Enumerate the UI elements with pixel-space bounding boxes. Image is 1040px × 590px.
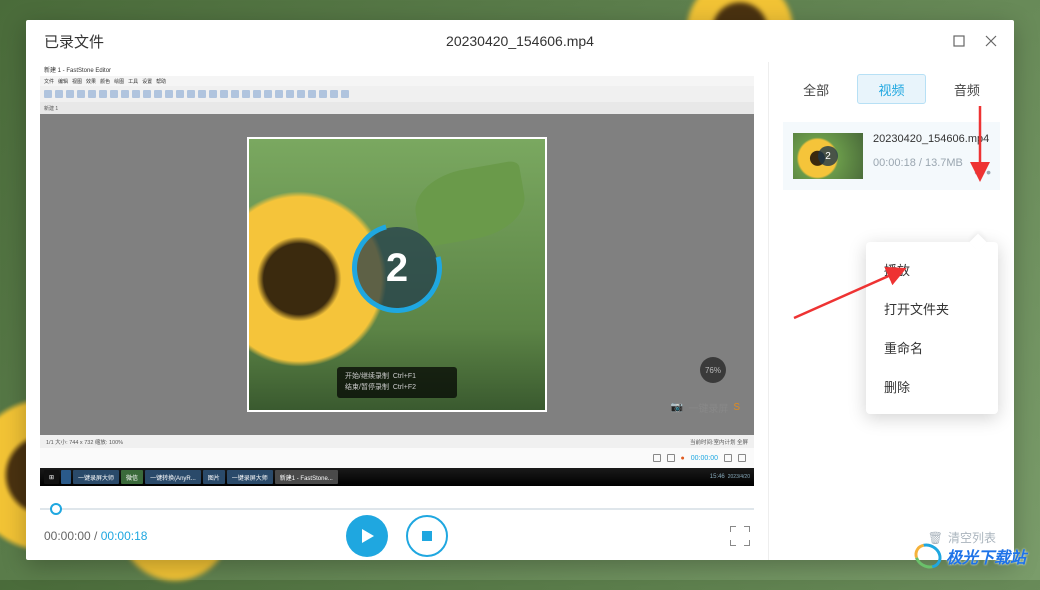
file-thumbnail: 2 xyxy=(793,133,863,179)
tab-video[interactable]: 视频 xyxy=(857,74,925,104)
countdown-badge: 2 xyxy=(356,227,438,309)
tab-all[interactable]: 全部 xyxy=(783,74,849,104)
file-list-pane: 全部 视频 音频 2 20230420_154606.mp4 00:00:18 … xyxy=(768,62,1014,560)
video-preview[interactable]: 新建 1 - FastStone Editor 文件编辑视图效果颜色绘图工具设置… xyxy=(40,62,754,486)
file-meta: 00:00:18 / 13.7MB xyxy=(873,157,990,169)
time-display: 00:00:00 / 00:00:18 xyxy=(44,529,147,543)
window-title: 已录文件 xyxy=(44,31,104,52)
context-menu: 播放 打开文件夹 重命名 删除 xyxy=(866,242,998,414)
trash-icon: 🗑 xyxy=(928,531,943,545)
camera-icon: 📷 xyxy=(671,402,683,413)
progress-thumb[interactable] xyxy=(50,503,62,515)
play-icon xyxy=(358,527,376,545)
titlebar: 已录文件 20230420_154606.mp4 xyxy=(26,20,1014,62)
faststone-canvas: 开始/继续录制 Ctrl+F1 结束/暂停录制 Ctrl+F2 2 76% 📷 … xyxy=(40,114,754,435)
menu-rename[interactable]: 重命名 xyxy=(866,328,998,367)
recorder-watermark: 📷 一键录屏 S xyxy=(671,400,740,415)
swirl-icon xyxy=(910,539,946,574)
windows-taskbar: ⊞ 一键录屏大师 微信 一键转换(AnyR... 图片 一键录屏大师 新建1 -… xyxy=(40,468,754,486)
current-filename: 20230420_154606.mp4 xyxy=(446,33,594,49)
close-button[interactable] xyxy=(984,34,998,48)
hotkey-hint: 开始/继续录制 Ctrl+F1 结束/暂停录制 Ctrl+F2 xyxy=(337,367,457,398)
player-pane: 新建 1 - FastStone Editor 文件编辑视图效果颜色绘图工具设置… xyxy=(26,62,768,560)
stop-icon xyxy=(420,529,434,543)
zoom-percent-badge: 76% xyxy=(700,357,726,383)
faststone-tabs: 新建 1 xyxy=(40,102,754,114)
faststone-toolbar xyxy=(40,86,754,102)
recorder-control-bar: ●00:00:00 xyxy=(40,448,754,468)
file-item[interactable]: 2 20230420_154606.mp4 00:00:18 / 13.7MB … xyxy=(783,122,1000,190)
maximize-button[interactable] xyxy=(952,34,966,48)
tab-audio[interactable]: 音频 xyxy=(934,74,1000,104)
menu-delete[interactable]: 删除 xyxy=(866,367,998,406)
file-name: 20230420_154606.mp4 xyxy=(873,133,990,145)
menu-open-folder[interactable]: 打开文件夹 xyxy=(866,289,998,328)
play-button[interactable] xyxy=(346,515,388,557)
faststone-titlebar: 新建 1 - FastStone Editor xyxy=(40,62,754,76)
faststone-menubar: 文件编辑视图效果颜色绘图工具设置帮助 xyxy=(40,76,754,86)
stop-button[interactable] xyxy=(406,515,448,557)
app-window: 已录文件 20230420_154606.mp4 新建 1 - FastSton… xyxy=(26,20,1014,560)
site-watermark: 极光下载站 xyxy=(914,544,1026,568)
filter-tabs: 全部 视频 音频 xyxy=(783,74,1000,104)
menu-play[interactable]: 播放 xyxy=(866,250,998,289)
fullscreen-button[interactable] xyxy=(730,526,750,546)
faststone-statusbar: 1/1 大小: 744 x 732 缩放: 100%当前时间:室内计划 全屏 xyxy=(40,435,754,448)
more-button[interactable]: ••• xyxy=(974,164,992,180)
